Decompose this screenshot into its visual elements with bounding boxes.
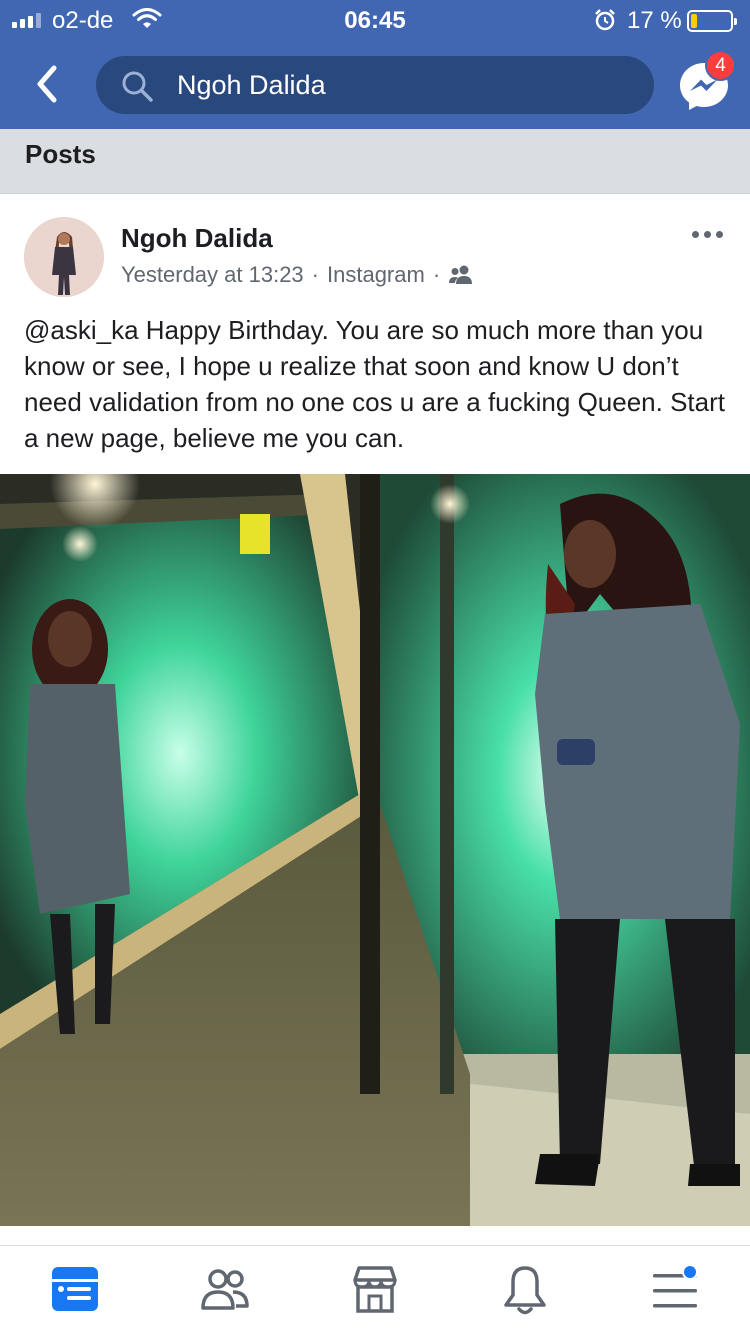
search-field[interactable]: Ngoh Dalida — [96, 56, 654, 114]
battery-percent: 17 % — [627, 7, 682, 34]
search-query: Ngoh Dalida — [177, 70, 326, 100]
post-photo[interactable] — [0, 474, 750, 1226]
avatar[interactable] — [24, 217, 104, 297]
post-meta: Yesterday at 13:23 · Instagram · — [121, 262, 474, 288]
friends-audience-icon — [449, 265, 473, 284]
post-text: @aski_ka Happy Birthday. You are so much… — [24, 315, 725, 453]
post-author[interactable]: Ngoh Dalida — [121, 223, 273, 254]
avatar-image — [24, 217, 104, 297]
post-time[interactable]: Yesterday at 13:23 — [121, 262, 304, 288]
section-title: Posts — [25, 139, 96, 169]
battery-level-fill — [691, 14, 697, 28]
status-bar: o2-de 06:45 17 % — [0, 0, 750, 40]
menu-icon[interactable] — [645, 1262, 705, 1318]
friends-icon[interactable] — [195, 1262, 255, 1318]
search-icon — [122, 71, 153, 102]
meta-separator: · — [311, 262, 319, 287]
back-button[interactable] — [28, 62, 68, 106]
divider — [0, 193, 750, 194]
top-bar: o2-de 06:45 17 % Ngoh Dalida 4 — [0, 0, 750, 129]
post-photo-image — [0, 474, 750, 1226]
marketplace-icon[interactable] — [345, 1262, 405, 1318]
alarm-icon — [595, 9, 615, 31]
news-feed-icon[interactable] — [45, 1262, 105, 1318]
messenger-badge: 4 — [705, 50, 736, 81]
post-source: Instagram — [327, 262, 425, 287]
bell-icon[interactable] — [495, 1262, 555, 1318]
more-options-icon — [692, 231, 699, 238]
battery-icon — [687, 10, 737, 32]
meta-separator: · — [432, 262, 441, 287]
section-header: Posts — [0, 129, 750, 193]
tab-bar — [0, 1246, 750, 1334]
more-options-button[interactable] — [692, 231, 723, 238]
